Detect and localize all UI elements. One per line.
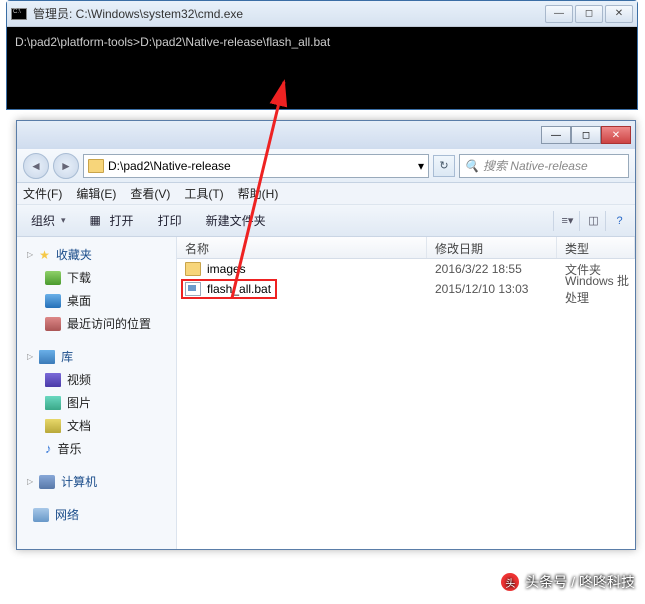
watermark-text: 头条号 / 咚咚科技 xyxy=(525,572,635,592)
sidebar-item-pictures[interactable]: 图片 xyxy=(17,391,176,414)
watermark: 头 头条号 / 咚咚科技 xyxy=(501,572,635,592)
maximize-button[interactable]: ◻ xyxy=(571,126,601,144)
new-folder-button[interactable]: 新建文件夹 xyxy=(200,210,272,231)
document-icon xyxy=(45,419,61,433)
video-icon xyxy=(45,373,61,387)
search-icon: 🔍 xyxy=(464,159,479,173)
nav-row: ◄ ► D:\pad2\Native-release ▾ ↻ 🔍 搜索 Nati… xyxy=(17,149,635,183)
maximize-button[interactable]: ◻ xyxy=(575,5,603,23)
search-placeholder: 搜索 Native-release xyxy=(483,157,588,174)
file-type: Windows 批处理 xyxy=(557,272,635,306)
toolbar: 组织 ▦打开 打印 新建文件夹 ≡▾ ◫ ? xyxy=(17,205,635,237)
sidebar: ▷★收藏夹 下载 桌面 最近访问的位置 ▷库 视频 图片 文档 ♪音乐 ▷计算机… xyxy=(17,237,177,549)
cmd-icon xyxy=(11,8,27,20)
sidebar-item-video[interactable]: 视频 xyxy=(17,368,176,391)
picture-icon xyxy=(45,396,61,410)
cmd-titlebar[interactable]: 管理员: C:\Windows\system32\cmd.exe — ◻ ✕ xyxy=(7,1,637,27)
file-date: 2016/3/22 18:55 xyxy=(427,262,557,276)
cmd-output[interactable]: D:\pad2\platform-tools>D:\pad2\Native-re… xyxy=(7,27,637,109)
computer-icon xyxy=(39,475,55,489)
file-row[interactable]: flash_all.bat 2015/12/10 13:03 Windows 批… xyxy=(177,279,635,299)
explorer-window: — ◻ ✕ ◄ ► D:\pad2\Native-release ▾ ↻ 🔍 搜… xyxy=(16,120,636,550)
print-button[interactable]: 打印 xyxy=(152,210,188,231)
preview-pane-button[interactable]: ◫ xyxy=(579,211,601,231)
column-header-name[interactable]: 名称 xyxy=(177,237,427,258)
file-date: 2015/12/10 13:03 xyxy=(427,282,557,296)
open-button[interactable]: ▦打开 xyxy=(84,210,140,231)
cmd-window: 管理员: C:\Windows\system32\cmd.exe — ◻ ✕ D… xyxy=(6,0,638,110)
menu-tools[interactable]: 工具(T) xyxy=(184,185,223,202)
music-icon: ♪ xyxy=(45,441,52,456)
address-dropdown-icon[interactable]: ▾ xyxy=(418,159,424,173)
folder-icon xyxy=(88,159,104,173)
sidebar-computer[interactable]: ▷计算机 xyxy=(17,470,176,493)
library-icon xyxy=(39,350,55,364)
network-icon xyxy=(33,508,49,522)
recent-icon xyxy=(45,317,61,331)
menu-help[interactable]: 帮助(H) xyxy=(238,185,279,202)
column-header-date[interactable]: 修改日期 xyxy=(427,237,557,258)
sidebar-libraries[interactable]: ▷库 xyxy=(17,345,176,368)
cmd-title: 管理员: C:\Windows\system32\cmd.exe xyxy=(33,5,545,22)
column-header-type[interactable]: 类型 xyxy=(557,237,635,258)
back-button[interactable]: ◄ xyxy=(23,153,49,179)
search-input[interactable]: 🔍 搜索 Native-release xyxy=(459,154,629,178)
address-text: D:\pad2\Native-release xyxy=(108,159,231,173)
menu-edit[interactable]: 编辑(E) xyxy=(76,185,116,202)
minimize-button[interactable]: — xyxy=(541,126,571,144)
sidebar-item-desktop[interactable]: 桌面 xyxy=(17,289,176,312)
column-header-row: 名称 修改日期 类型 xyxy=(177,237,635,259)
forward-button[interactable]: ► xyxy=(53,153,79,179)
watermark-icon: 头 xyxy=(501,573,519,591)
file-name: images xyxy=(207,262,246,276)
view-options-button[interactable]: ≡▾ xyxy=(553,211,575,231)
close-button[interactable]: ✕ xyxy=(605,5,633,23)
address-bar[interactable]: D:\pad2\Native-release ▾ xyxy=(83,154,429,178)
desktop-icon xyxy=(45,294,61,308)
menu-file[interactable]: 文件(F) xyxy=(23,185,62,202)
batch-file-icon xyxy=(185,282,201,296)
sidebar-item-downloads[interactable]: 下载 xyxy=(17,266,176,289)
file-name: flash_all.bat xyxy=(207,282,271,296)
menu-view[interactable]: 查看(V) xyxy=(130,185,170,202)
file-list: 名称 修改日期 类型 images 2016/3/22 18:55 文件夹 fl… xyxy=(177,237,635,549)
refresh-button[interactable]: ↻ xyxy=(433,155,455,177)
sidebar-item-music[interactable]: ♪音乐 xyxy=(17,437,176,460)
folder-icon xyxy=(185,262,201,276)
download-icon xyxy=(45,271,61,285)
menu-bar: 文件(F) 编辑(E) 查看(V) 工具(T) 帮助(H) xyxy=(17,183,635,205)
sidebar-item-recent[interactable]: 最近访问的位置 xyxy=(17,312,176,335)
minimize-button[interactable]: — xyxy=(545,5,573,23)
sidebar-favorites[interactable]: ▷★收藏夹 xyxy=(17,243,176,266)
explorer-titlebar[interactable]: — ◻ ✕ xyxy=(17,121,635,149)
sidebar-network[interactable]: 网络 xyxy=(17,503,176,526)
help-button[interactable]: ? xyxy=(605,211,627,231)
open-icon: ▦ xyxy=(90,213,106,229)
close-button[interactable]: ✕ xyxy=(601,126,631,144)
sidebar-item-documents[interactable]: 文档 xyxy=(17,414,176,437)
organize-button[interactable]: 组织 xyxy=(25,210,72,231)
